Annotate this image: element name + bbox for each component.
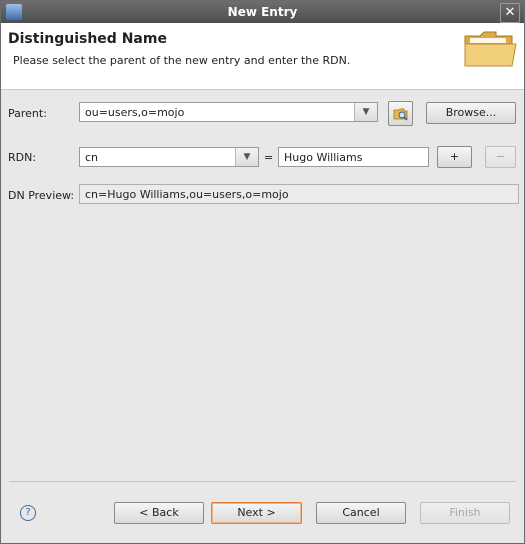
dn-preview-field: cn=Hugo Williams,ou=users,o=mojo — [79, 184, 519, 204]
equals-sign: = — [264, 151, 274, 164]
dn-preview-label: DN Preview: — [8, 189, 75, 202]
parent-combo[interactable]: ou=users,o=mojo ▼ — [79, 102, 378, 122]
new-entry-dialog: New Entry ✕ Distinguished Name Please se… — [0, 0, 525, 544]
folder-icon — [464, 31, 517, 67]
help-icon[interactable]: ? — [20, 505, 36, 521]
finish-button[interactable]: Finish — [420, 502, 510, 524]
back-button[interactable]: < Back — [114, 502, 204, 524]
rdn-attribute-combo[interactable]: cn ▼ — [79, 147, 259, 167]
add-rdn-button[interactable]: + — [437, 146, 472, 168]
window-title: New Entry — [227, 5, 298, 19]
page-description: Please select the parent of the new entr… — [13, 54, 351, 67]
cancel-button[interactable]: Cancel — [316, 502, 406, 524]
close-button[interactable]: ✕ — [500, 3, 520, 23]
next-button[interactable]: Next > — [211, 502, 302, 524]
rdn-label: RDN: — [8, 151, 37, 164]
browse-entry-button[interactable] — [388, 101, 413, 126]
entry-browse-icon — [393, 108, 408, 121]
parent-value: ou=users,o=mojo — [85, 106, 185, 119]
close-icon: ✕ — [504, 5, 516, 20]
chevron-down-icon[interactable]: ▼ — [235, 148, 258, 166]
browse-button[interactable]: Browse... — [426, 102, 516, 124]
wizard-header: Distinguished Name Please select the par… — [1, 23, 524, 90]
rdn-value-field[interactable]: Hugo Williams — [278, 147, 429, 167]
rdn-attribute-value: cn — [85, 151, 99, 164]
parent-label: Parent: — [8, 107, 47, 120]
page-title: Distinguished Name — [8, 31, 167, 47]
footer-divider — [9, 481, 516, 482]
chevron-down-icon[interactable]: ▼ — [354, 103, 377, 121]
remove-rdn-button[interactable]: − — [485, 146, 516, 168]
title-bar: New Entry ✕ — [1, 1, 524, 23]
